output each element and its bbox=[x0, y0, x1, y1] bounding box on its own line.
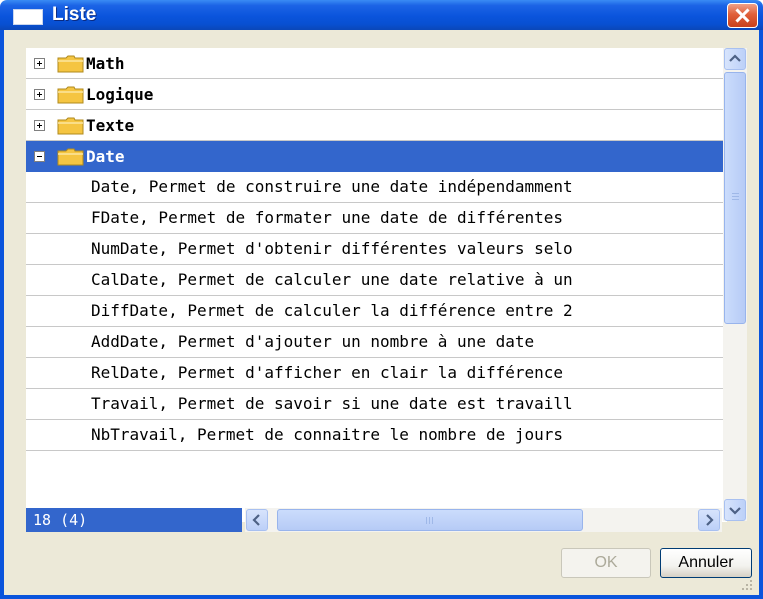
tree-item[interactable]: NumDate, Permet d'obtenir différentes va… bbox=[26, 234, 723, 265]
folder-icon bbox=[57, 117, 84, 135]
tree-item-label: Travail, Permet de savoir si une date es… bbox=[91, 394, 573, 413]
folder-icon bbox=[57, 55, 84, 73]
close-button[interactable] bbox=[727, 3, 758, 28]
cancel-button[interactable]: Annuler bbox=[660, 548, 752, 578]
folder-icon bbox=[57, 148, 84, 166]
scroll-up-button[interactable] bbox=[724, 48, 746, 70]
tree-item-label: CalDate, Permet de calculer une date rel… bbox=[91, 270, 573, 289]
plus-box-icon[interactable] bbox=[34, 89, 45, 100]
item-count-status: 18 (4) bbox=[26, 508, 242, 532]
horizontal-scroll-thumb[interactable] bbox=[277, 509, 583, 531]
ok-button[interactable]: OK bbox=[561, 548, 651, 578]
tree-item-label: RelDate, Permet d'afficher en clair la d… bbox=[91, 363, 564, 382]
chevron-down-icon bbox=[729, 507, 741, 515]
tree-item-label: FDate, Permet de formater une date de di… bbox=[91, 208, 564, 227]
scroll-left-button[interactable] bbox=[246, 509, 268, 531]
chevron-right-icon bbox=[706, 514, 714, 526]
tree-item[interactable]: FDate, Permet de formater une date de di… bbox=[26, 203, 723, 234]
tree-item-label: NbTravail, Permet de connaitre le nombre… bbox=[91, 425, 564, 444]
scroll-thumb[interactable] bbox=[724, 72, 746, 324]
dialog-window: Liste Math Logique Texte Date Date, Perm… bbox=[0, 0, 763, 599]
tree-category-logique[interactable]: Logique bbox=[26, 79, 723, 110]
window-icon bbox=[13, 9, 43, 25]
plus-box-icon[interactable] bbox=[34, 58, 45, 69]
category-label: Texte bbox=[86, 116, 135, 135]
horizontal-scrollbar[interactable] bbox=[245, 508, 722, 532]
tree-item-label: AddDate, Permet d'ajouter un nombre à un… bbox=[91, 332, 535, 351]
tree-category-texte[interactable]: Texte bbox=[26, 110, 723, 141]
minus-box-icon[interactable] bbox=[34, 151, 45, 162]
tree-item-label: NumDate, Permet d'obtenir différentes va… bbox=[91, 239, 573, 258]
tree-item[interactable]: Travail, Permet de savoir si une date es… bbox=[26, 389, 723, 420]
plus-box-icon[interactable] bbox=[34, 120, 45, 131]
tree-item[interactable]: AddDate, Permet d'ajouter un nombre à un… bbox=[26, 327, 723, 358]
resize-grip-icon[interactable] bbox=[740, 578, 754, 592]
scroll-down-button[interactable] bbox=[724, 499, 746, 521]
chevron-left-icon bbox=[252, 514, 260, 526]
tree-item[interactable]: DiffDate, Permet de calculer la différen… bbox=[26, 296, 723, 327]
tree-category-math[interactable]: Math bbox=[26, 48, 723, 79]
tree-item[interactable]: CalDate, Permet de calculer une date rel… bbox=[26, 265, 723, 296]
category-label: Math bbox=[86, 54, 125, 73]
folder-icon bbox=[57, 86, 84, 104]
category-label: Logique bbox=[86, 85, 154, 104]
function-tree[interactable]: Math Logique Texte Date Date, Permet de … bbox=[26, 48, 747, 522]
tree-item[interactable]: RelDate, Permet d'afficher en clair la d… bbox=[26, 358, 723, 389]
scroll-right-button[interactable] bbox=[698, 509, 720, 531]
title-bar[interactable]: Liste bbox=[0, 0, 763, 30]
window-title: Liste bbox=[52, 4, 97, 25]
vertical-scrollbar[interactable] bbox=[723, 48, 747, 521]
chevron-up-icon bbox=[729, 54, 741, 62]
tree-item[interactable]: NbTravail, Permet de connaitre le nombre… bbox=[26, 420, 723, 451]
tree-item-label: DiffDate, Permet de calculer la différen… bbox=[91, 301, 573, 320]
tree-item[interactable]: Date, Permet de construire une date indé… bbox=[26, 172, 723, 203]
category-label: Date bbox=[86, 147, 125, 166]
tree-item-label: Date, Permet de construire une date indé… bbox=[91, 177, 573, 196]
tree-category-date[interactable]: Date bbox=[26, 141, 723, 172]
